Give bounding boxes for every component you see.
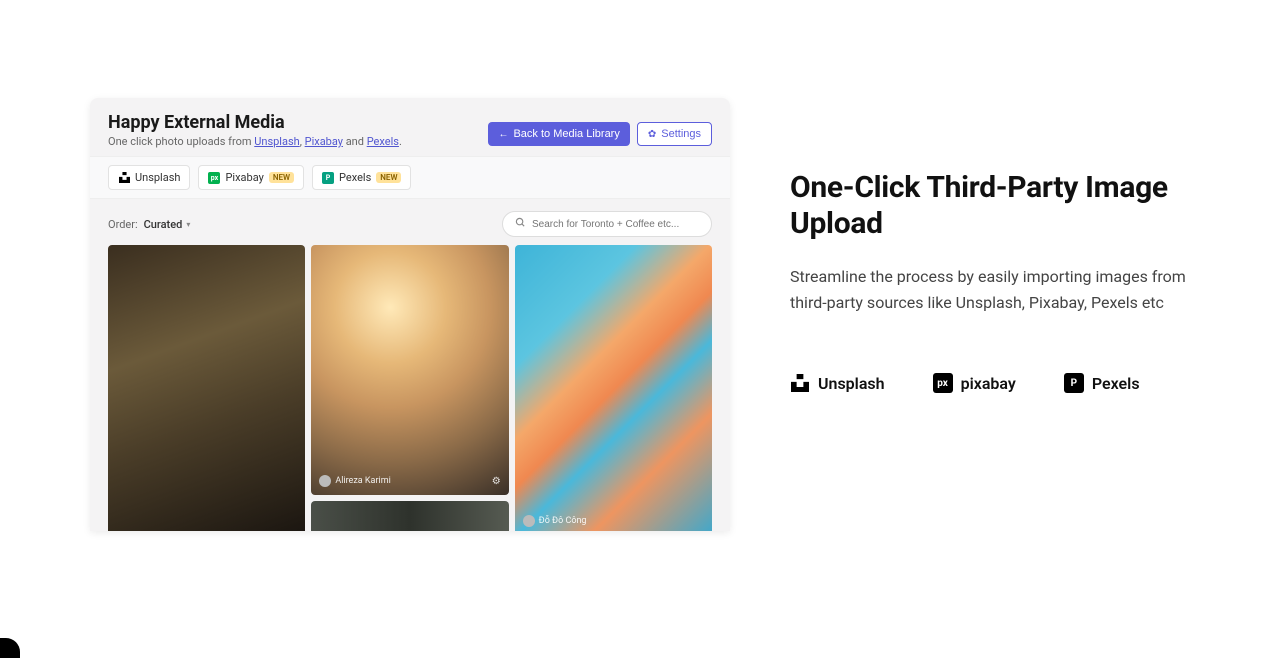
arrow-left-icon: ← [498, 129, 508, 140]
order-label: Order: [108, 218, 138, 231]
gear-icon: ✿ [648, 129, 656, 140]
new-badge: NEW [376, 172, 401, 183]
search-icon [515, 217, 526, 231]
app-title: Happy External Media [108, 112, 402, 133]
gallery-image[interactable]: Alireza Karimi ⚙ [311, 245, 508, 495]
settings-button[interactable]: ✿ Settings [637, 122, 712, 146]
feature-description: Streamline the process by easily importi… [790, 264, 1190, 315]
brand-unsplash: Unsplash [790, 373, 885, 393]
brand-label: pixabay [961, 374, 1016, 393]
pixabay-icon: px [208, 172, 220, 184]
link-pixabay[interactable]: Pixabay [305, 135, 343, 148]
image-attribution: Đỗ Đô Công [523, 515, 587, 527]
decorative-corner [0, 638, 20, 658]
chevron-down-icon: ▾ [186, 220, 190, 229]
link-unsplash[interactable]: Unsplash [254, 135, 299, 148]
back-to-media-button[interactable]: ← Back to Media Library [488, 122, 629, 146]
brand-label: Pexels [1092, 374, 1140, 393]
app-subtitle: One click photo uploads from Unsplash, P… [108, 135, 402, 148]
gallery-image[interactable] [311, 501, 508, 531]
tab-unsplash[interactable]: Unsplash [108, 165, 190, 190]
tab-pixabay[interactable]: px Pixabay NEW [198, 165, 304, 190]
tab-label: Pexels [339, 171, 371, 184]
pexels-icon: P [1064, 373, 1084, 393]
new-badge: NEW [269, 172, 294, 183]
search-box[interactable] [502, 211, 712, 237]
subtitle-prefix: One click photo uploads from [108, 135, 254, 148]
feature-title: One-Click Third-Party Image Upload [790, 170, 1190, 242]
unsplash-icon [790, 373, 810, 393]
pexels-icon: P [322, 172, 334, 184]
gallery-image[interactable]: Đỗ Đô Công [515, 245, 712, 531]
image-attribution: Alireza Karimi [319, 475, 390, 487]
order-dropdown[interactable]: Order: Curated ▾ [108, 218, 190, 231]
search-input[interactable] [532, 219, 699, 230]
image-gallery: Alireza Karimi ⚙ Đỗ Đô Công [90, 245, 730, 531]
source-tabs: Unsplash px Pixabay NEW P Pexels NEW [90, 156, 730, 199]
tab-label: Pixabay [225, 171, 263, 184]
tab-pexels[interactable]: P Pexels NEW [312, 165, 411, 190]
pixabay-icon: px [933, 373, 953, 393]
settings-label: Settings [661, 128, 701, 140]
order-value: Curated [144, 218, 183, 231]
gallery-image[interactable] [108, 245, 305, 531]
image-cog-icon[interactable]: ⚙ [492, 476, 501, 487]
link-pexels[interactable]: Pexels [367, 135, 399, 148]
unsplash-icon [118, 172, 130, 184]
avatar-icon [319, 475, 331, 487]
app-screenshot: Happy External Media One click photo upl… [90, 98, 730, 531]
brand-pixabay: px pixabay [933, 373, 1016, 393]
brand-logos: Unsplash px pixabay P Pexels [790, 373, 1190, 393]
brand-pexels: P Pexels [1064, 373, 1140, 393]
brand-label: Unsplash [818, 374, 885, 393]
back-label: Back to Media Library [513, 128, 619, 140]
avatar-icon [523, 515, 535, 527]
tab-label: Unsplash [135, 171, 180, 184]
